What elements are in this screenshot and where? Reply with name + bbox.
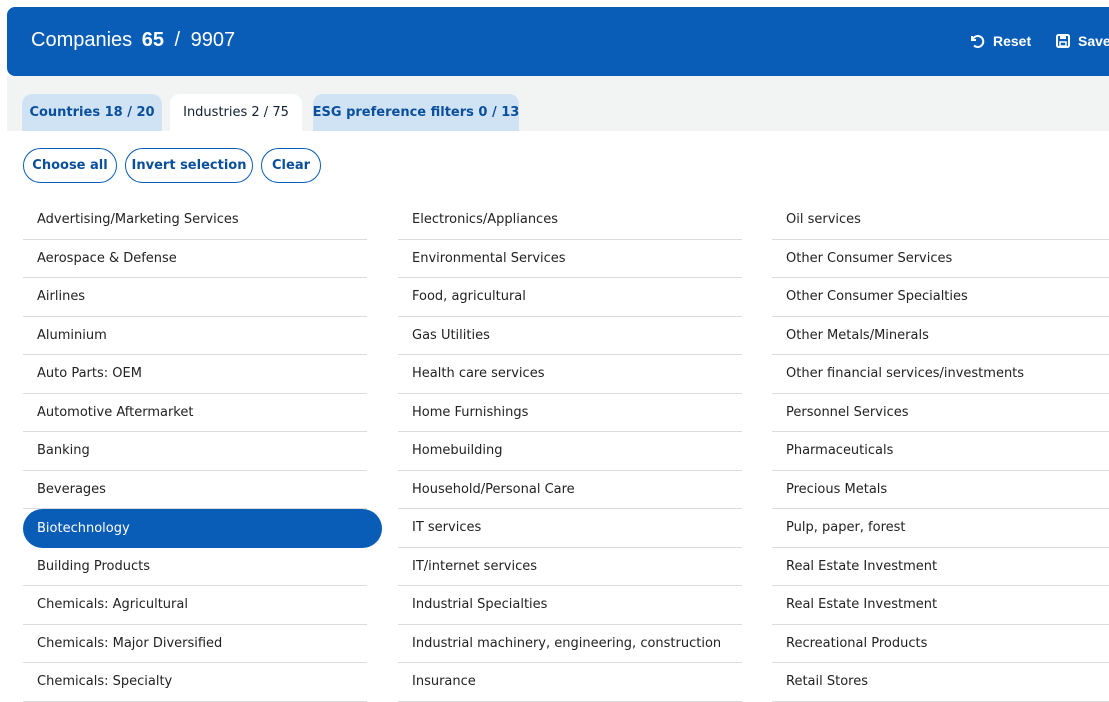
industry-option[interactable]: Insurance bbox=[398, 663, 742, 702]
industry-option[interactable]: Oil services bbox=[772, 201, 1109, 240]
industry-option[interactable]: Aluminium bbox=[23, 317, 367, 355]
industry-option[interactable]: Home Furnishings bbox=[398, 394, 742, 432]
industry-option[interactable]: Industrial Specialties bbox=[398, 586, 742, 625]
industry-option[interactable]: Building Products bbox=[23, 548, 367, 586]
industry-option[interactable]: Other financial services/investments bbox=[772, 355, 1109, 394]
industry-option[interactable]: Electronics/Appliances bbox=[398, 201, 742, 240]
industry-column-1: Advertising/Marketing Services Aerospace … bbox=[23, 201, 382, 702]
industry-option[interactable]: Industrial machinery, engineering, const… bbox=[398, 625, 742, 663]
industry-option[interactable]: Automotive Aftermarket bbox=[23, 394, 367, 432]
title-label: Companies bbox=[31, 29, 133, 51]
industry-option[interactable]: Real Estate Investment bbox=[772, 586, 1109, 625]
industry-option[interactable]: Chemicals: Major Diversified bbox=[23, 625, 367, 663]
industry-option[interactable]: Other Consumer Specialties bbox=[772, 278, 1109, 317]
reset-icon bbox=[971, 35, 985, 48]
industry-option[interactable]: Retail Stores bbox=[772, 663, 1109, 702]
save-icon bbox=[1056, 34, 1070, 48]
tab-bar: Countries 18 / 20 Industries 2 / 75 ESG … bbox=[7, 76, 1109, 131]
industry-option[interactable]: Other Metals/Minerals bbox=[772, 317, 1109, 355]
header-bar: Companies 65 / 9907 Reset Save bbox=[7, 7, 1109, 76]
industry-option[interactable]: Beverages bbox=[23, 471, 367, 509]
industry-option[interactable]: Auto Parts: OEM bbox=[23, 355, 367, 394]
industry-option[interactable]: Aerospace & Defense bbox=[23, 240, 367, 278]
reset-button[interactable]: Reset bbox=[969, 33, 1031, 49]
industry-option[interactable]: Chemicals: Agricultural bbox=[23, 586, 367, 625]
industry-option[interactable]: IT services bbox=[398, 509, 742, 548]
page-title: Companies 65 / 9907 bbox=[31, 29, 235, 52]
reset-label: Reset bbox=[993, 33, 1032, 49]
invert-selection-button[interactable]: Invert selection bbox=[125, 148, 253, 183]
industry-option[interactable]: Other Consumer Services bbox=[772, 240, 1109, 278]
industry-column-3: Oil services Other Consumer Services Other… bbox=[772, 201, 1109, 702]
tab-industries[interactable]: Industries 2 / 75 bbox=[170, 94, 302, 131]
industry-option[interactable]: Precious Metals bbox=[772, 471, 1109, 509]
industry-option[interactable]: Recreational Products bbox=[772, 625, 1109, 663]
industry-option[interactable]: Environmental Services bbox=[398, 240, 742, 278]
industry-option[interactable]: Homebuilding bbox=[398, 432, 742, 471]
tab-esg-preference-filters[interactable]: ESG preference filters 0 / 13 bbox=[313, 94, 519, 131]
industry-option[interactable]: IT/internet services bbox=[398, 548, 742, 586]
total-count: 9907 bbox=[190, 29, 236, 51]
industry-option[interactable]: Gas Utilities bbox=[398, 317, 742, 355]
choose-all-button[interactable]: Choose all bbox=[23, 148, 117, 183]
industry-option[interactable]: Household/Personal Care bbox=[398, 471, 742, 509]
industry-option[interactable]: Health care services bbox=[398, 355, 742, 394]
industry-column-2: Electronics/Appliances Environmental Serv… bbox=[398, 201, 742, 702]
industry-option[interactable]: Biotechnology bbox=[23, 509, 382, 548]
save-label: Save bbox=[1078, 33, 1109, 49]
industry-option[interactable]: Banking bbox=[23, 432, 367, 471]
industry-option[interactable]: Pharmaceuticals bbox=[772, 432, 1109, 471]
industry-option[interactable]: Personnel Services bbox=[772, 394, 1109, 432]
industry-option[interactable]: Food, agricultural bbox=[398, 278, 742, 317]
count-separator: / bbox=[174, 29, 181, 51]
industry-option[interactable]: Advertising/Marketing Services bbox=[23, 201, 367, 240]
clear-button[interactable]: Clear bbox=[261, 148, 321, 183]
industry-option[interactable]: Real Estate Investment bbox=[772, 548, 1109, 586]
tab-countries[interactable]: Countries 18 / 20 bbox=[22, 94, 162, 131]
industry-option[interactable]: Chemicals: Specialty bbox=[23, 663, 367, 702]
selected-count: 65 bbox=[141, 29, 164, 51]
save-button[interactable]: Save bbox=[1056, 33, 1109, 49]
industry-option[interactable]: Pulp, paper, forest bbox=[772, 509, 1109, 548]
industry-option[interactable]: Airlines bbox=[23, 278, 367, 317]
